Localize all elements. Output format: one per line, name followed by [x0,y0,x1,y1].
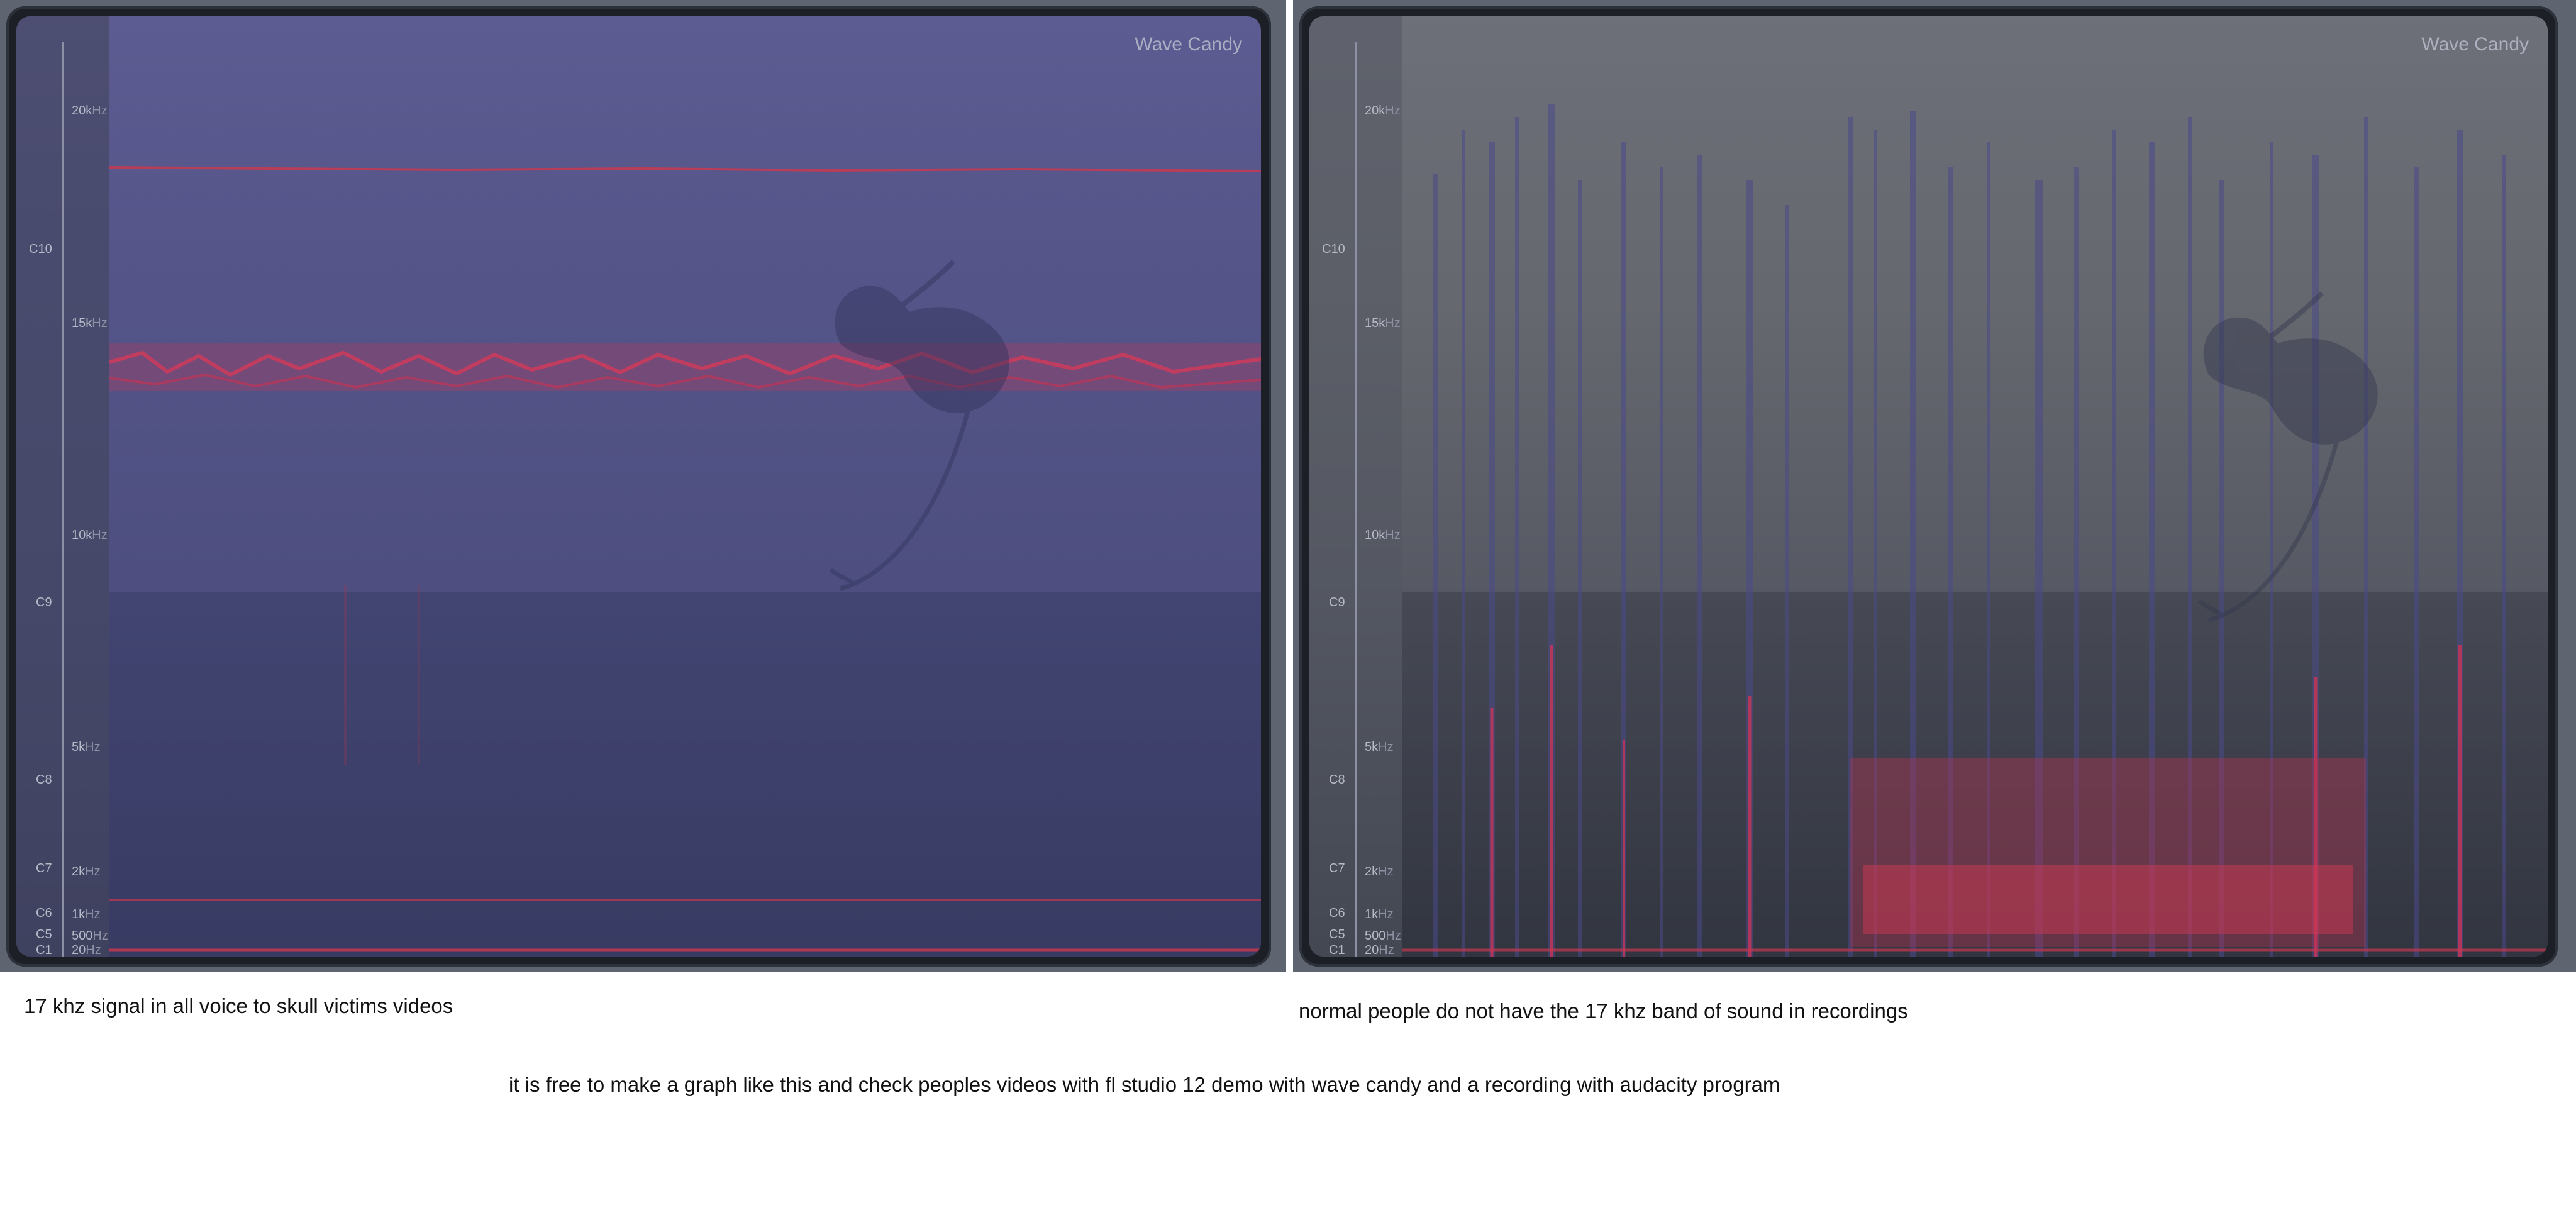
freq-value: 20k [1365,104,1385,118]
note-label-c10: C10 [1322,242,1345,256]
freq-value: 1k [72,907,86,921]
note-label-c5: C5 [36,928,52,941]
freq-label-20k: 20kHz [72,104,108,117]
freq-unit: Hz [92,929,108,943]
freq-value: 1k [1365,907,1379,921]
note-label-c8: C8 [1329,773,1345,787]
freq-unit: Hz [1385,929,1401,943]
freq-unit: Hz [1385,316,1401,330]
freq-unit: Hz [1385,104,1401,118]
freq-label-20: 20Hz [1365,944,1394,957]
freq-unit: Hz [1378,740,1394,754]
note-label-c8: C8 [36,773,52,787]
freq-label-1k: 1kHz [1365,908,1394,921]
note-label-c9: C9 [36,596,52,609]
note-label-c1: C1 [1329,943,1345,957]
freq-value: 5k [72,740,86,754]
note-label-c6: C6 [1329,906,1345,920]
note-label-c10: C10 [29,242,52,256]
fl-studio-fruit-logo-icon [2197,291,2378,623]
freq-unit: Hz [92,104,108,118]
wave-candy-title-left: Wave Candy [1135,34,1242,55]
note-label-c6: C6 [36,906,52,920]
freq-label-15k: 15kHz [1365,317,1401,330]
wave-candy-panel-right: Wave Candy 20kHz 15kHz 10kHz 5kHz 2kHz 1… [1299,6,2558,967]
freq-value: 15k [1365,316,1385,330]
caption-right: normal people do not have the 17 khz ban… [1299,999,1908,1023]
freq-unit: Hz [1378,865,1394,879]
note-label-c9: C9 [1329,596,1345,609]
freq-unit: Hz [1385,528,1401,542]
freq-label-5k: 5kHz [72,741,101,753]
freq-label-20: 20Hz [72,944,101,957]
freq-label-5k: 5kHz [1365,741,1394,753]
wave-candy-title-right: Wave Candy [2421,34,2529,55]
freq-value: 5k [1365,740,1379,754]
freq-value: 20 [72,943,86,957]
freq-value: 2k [1365,865,1379,879]
freq-unit: Hz [85,865,101,879]
spectrogram-view-right: Wave Candy 20kHz 15kHz 10kHz 5kHz 2kHz 1… [1309,16,2548,957]
freq-value: 500 [72,929,93,943]
freq-label-2k: 2kHz [1365,865,1394,878]
freq-value: 15k [72,316,92,330]
spectrogram-right [1309,16,2548,957]
freq-value: 10k [1365,528,1385,542]
caption-left: 17 khz signal in all voice to skull vict… [24,994,453,1018]
freq-label-500: 500Hz [72,929,108,942]
spectrogram-left [16,16,1261,957]
freq-label-10k: 10kHz [72,529,108,541]
freq-unit: Hz [85,740,101,754]
note-label-c1: C1 [36,943,52,957]
freq-label-1k: 1kHz [72,908,101,921]
freq-unit: Hz [92,528,108,542]
freq-label-500: 500Hz [1365,929,1401,942]
freq-value: 10k [72,528,92,542]
freq-unit: Hz [92,316,108,330]
freq-unit: Hz [85,907,101,921]
freq-value: 2k [72,865,86,879]
spectrogram-view-left: Wave Candy 20kHz 15kHz 10kHz 5kHz 2kHz 1… [16,16,1261,957]
freq-value: 20 [1365,943,1379,957]
caption-bottom: it is free to make a graph like this and… [509,1073,1780,1096]
freq-label-20k: 20kHz [1365,104,1401,117]
freq-label-15k: 15kHz [72,317,108,330]
freq-value: 500 [1365,929,1386,943]
freq-unit: Hz [1379,943,1394,957]
note-label-c7: C7 [36,862,52,875]
freq-unit: Hz [86,943,101,957]
freq-value: 20k [72,104,92,118]
fl-studio-fruit-logo-icon [829,260,1009,591]
note-label-c7: C7 [1329,862,1345,875]
freq-label-10k: 10kHz [1365,529,1401,541]
wave-candy-panel-left: Wave Candy 20kHz 15kHz 10kHz 5kHz 2kHz 1… [6,6,1271,967]
note-label-c5: C5 [1329,928,1345,941]
freq-label-2k: 2kHz [72,865,101,878]
freq-unit: Hz [1378,907,1394,921]
